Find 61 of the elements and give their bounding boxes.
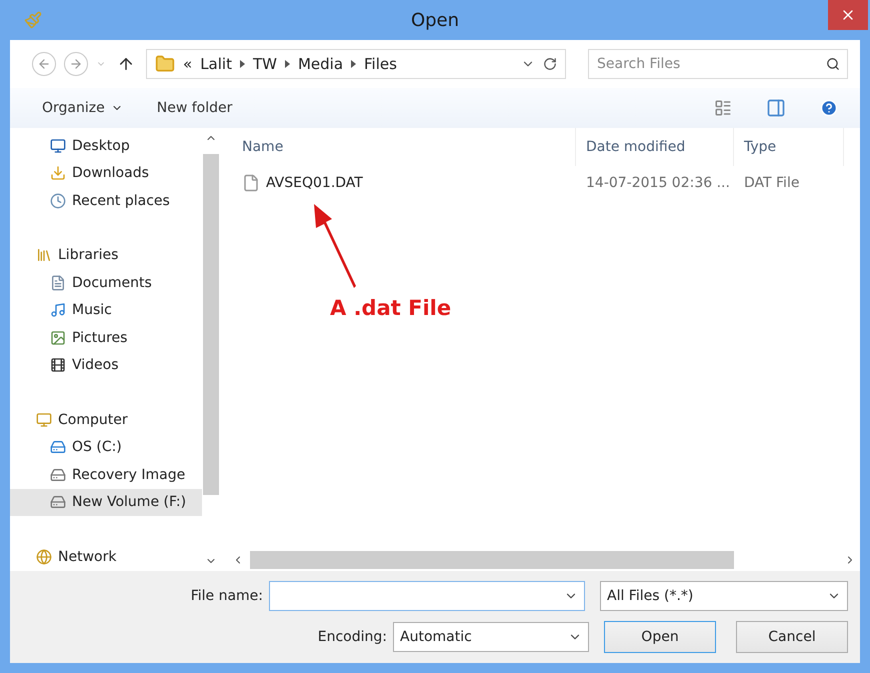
- encoding-label: Encoding:: [318, 629, 387, 645]
- organize-menu[interactable]: Organize: [42, 100, 123, 116]
- location-icon: [50, 192, 66, 209]
- annotation-label: A .dat File: [330, 296, 452, 320]
- breadcrumb-item[interactable]: TW: [252, 55, 277, 73]
- column-header[interactable]: Date modified: [576, 128, 734, 166]
- location-icon: [50, 494, 66, 510]
- column-header[interactable]: Name: [232, 128, 576, 166]
- nav-tree-item[interactable]: Recovery Image: [10, 461, 202, 488]
- forward-button[interactable]: [64, 52, 88, 76]
- close-button[interactable]: [828, 0, 868, 30]
- location-icon: [50, 439, 66, 456]
- location-icon: [50, 274, 66, 291]
- nav-tree-item[interactable]: Recent places: [10, 187, 202, 214]
- date-cell-text: 14-07-2015 02:36 ...: [585, 175, 731, 191]
- dialog-button[interactable]: Open: [604, 621, 716, 653]
- view-options-icon[interactable]: [714, 99, 732, 117]
- back-button[interactable]: [32, 52, 56, 76]
- type-cell-text: DAT File: [743, 175, 800, 191]
- nav-tree-item[interactable]: OS (C:): [10, 434, 202, 461]
- file-icon: [242, 174, 260, 192]
- nav-tree-item[interactable]: Computer: [10, 406, 202, 434]
- nav-tree-item[interactable]: Music: [10, 296, 202, 324]
- file-name-field[interactable]: [269, 581, 585, 611]
- breadcrumb-item[interactable]: Media: [298, 55, 344, 73]
- location-icon: [50, 330, 66, 346]
- chevron-icon: [351, 60, 356, 68]
- nav-tree-item[interactable]: Videos: [10, 352, 202, 379]
- file-name-label: File name:: [190, 588, 263, 604]
- help-icon[interactable]: [820, 99, 838, 117]
- new-folder-button[interactable]: New folder: [156, 100, 232, 116]
- nav-tree-item[interactable]: New Volume (F:): [10, 488, 202, 516]
- column-header[interactable]: Type: [734, 128, 844, 166]
- nav-tree-item[interactable]: Downloads: [10, 160, 202, 187]
- file-type-dropdown[interactable]: All Files (*.*): [600, 581, 848, 611]
- preview-pane-icon[interactable]: [766, 98, 786, 118]
- arrow-left-icon: [37, 57, 51, 71]
- nav-tree-item[interactable]: Desktop: [10, 132, 202, 160]
- location-icon: [50, 138, 66, 154]
- dialog-button[interactable]: Cancel: [736, 621, 848, 653]
- chevron-icon: [240, 60, 245, 68]
- file-name-cell[interactable]: AVSEQ01.DAT: [232, 174, 576, 192]
- nav-tree-item[interactable]: Pictures: [10, 324, 202, 352]
- nav-tree-item[interactable]: Libraries: [10, 242, 202, 269]
- breadcrumb-overflow[interactable]: «: [183, 55, 192, 73]
- breadcrumb-item[interactable]: Files: [364, 55, 397, 73]
- location-icon: [50, 466, 66, 483]
- nav-tree-item[interactable]: Documents: [10, 269, 202, 296]
- address-bar[interactable]: « Lalit TW Media Files: [146, 49, 566, 79]
- window-title: Open: [410, 10, 460, 30]
- refresh-icon[interactable]: [543, 57, 557, 71]
- location-icon: [50, 357, 66, 374]
- search-icon: [826, 57, 840, 71]
- nav-tree-item[interactable]: Network: [10, 543, 202, 570]
- app-icon: [24, 11, 42, 29]
- encoding-dropdown[interactable]: Automatic: [393, 622, 589, 652]
- location-icon: [50, 302, 66, 318]
- search-field[interactable]: Search Files: [588, 49, 848, 79]
- breadcrumb-item[interactable]: Lalit: [200, 55, 232, 73]
- location-icon: [50, 165, 66, 182]
- chevron-icon: [284, 60, 290, 68]
